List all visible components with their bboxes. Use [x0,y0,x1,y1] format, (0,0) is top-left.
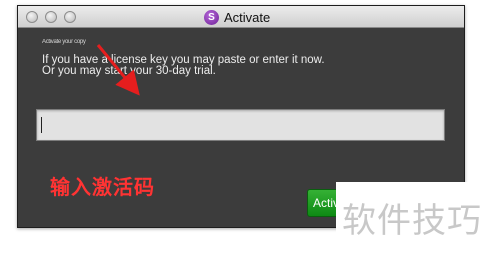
instructions-text: If you have a license key you may paste … [42,54,382,77]
instructions-line-2: Or you may start your 30-day trial. [42,65,216,77]
watermark-text: 软件技巧 [342,201,482,241]
dialog-heading: Activate your copy [42,39,86,45]
close-window-button[interactable] [26,11,38,23]
text-cursor [41,117,42,133]
license-key-input[interactable] [36,109,445,141]
title-bar[interactable]: S Activate [18,6,464,28]
minimize-window-button[interactable] [45,11,57,23]
window-title-group: S Activate [204,9,270,25]
app-logo-icon: S [204,9,219,25]
window-title: Activate [224,9,271,25]
zoom-window-button[interactable] [64,11,76,23]
annotation-label: 输入激活码 [50,175,155,199]
